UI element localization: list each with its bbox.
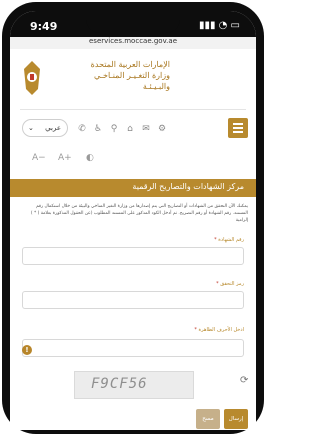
certificate-number-input[interactable] bbox=[22, 247, 244, 265]
toolbar: ⌄ عربي ✆ ♿ ⚲ ⌂ ✉ ⚙ bbox=[10, 115, 256, 141]
phone-notch bbox=[86, 11, 180, 33]
verification-code-input[interactable] bbox=[22, 291, 244, 309]
chevron-down-icon: ⌄ bbox=[28, 124, 34, 132]
language-label: عربي bbox=[45, 124, 61, 132]
header-divider bbox=[20, 109, 246, 110]
ministry-name[interactable]: الإمارات العربية المتحدة وزارة التغـيـر … bbox=[50, 59, 170, 92]
captcha-text: F9CF56 bbox=[91, 376, 148, 392]
ministry-line-3: والبـيـئـة bbox=[142, 82, 170, 91]
mail-icon[interactable]: ✉ bbox=[140, 123, 152, 135]
uae-emblem-icon bbox=[24, 61, 40, 95]
info-icon[interactable]: ! bbox=[22, 345, 32, 355]
captcha-image: F9CF56 bbox=[74, 371, 194, 399]
decrease-font-button[interactable]: A− bbox=[32, 153, 46, 163]
verification-code-label: رمز التحقق * bbox=[216, 281, 244, 287]
refresh-captcha-icon[interactable]: ⟳ bbox=[240, 375, 248, 386]
contrast-icon[interactable]: ◐ bbox=[86, 153, 94, 163]
verification-code-label-text: رمز التحقق bbox=[220, 281, 244, 287]
phone-frame: 9:49 ▮▮▮ ◔ ▭ eservices.moccae.gov.ae الإ… bbox=[2, 2, 264, 434]
status-time: 9:49 bbox=[30, 20, 58, 33]
site-header: الإمارات العربية المتحدة وزارة التغـيـر … bbox=[10, 51, 256, 111]
ministry-line-1: الإمارات العربية المتحدة bbox=[90, 60, 170, 69]
ministry-line-2: وزارة التغـيـر المنـاخـي bbox=[94, 71, 170, 80]
section-title: مركز الشهادات والتصاريح الرقمية bbox=[132, 182, 244, 191]
required-mark: * bbox=[194, 327, 197, 333]
clear-button[interactable]: مسح bbox=[196, 409, 220, 429]
language-select[interactable]: ⌄ عربي bbox=[22, 119, 68, 137]
increase-font-button[interactable]: A+ bbox=[58, 153, 72, 163]
section-banner: مركز الشهادات والتصاريح الرقمية bbox=[10, 179, 256, 197]
screen: 9:49 ▮▮▮ ◔ ▭ eservices.moccae.gov.ae الإ… bbox=[10, 11, 256, 430]
captcha-label-text: ادخل الأحرف الظاهرة bbox=[198, 327, 245, 333]
accessibility-icon[interactable]: ♿ bbox=[92, 123, 104, 135]
required-mark: * bbox=[216, 281, 219, 287]
settings-icon[interactable]: ⚙ bbox=[156, 123, 168, 135]
wheelchair-icon[interactable]: ⚲ bbox=[108, 123, 120, 135]
captcha-input[interactable] bbox=[22, 339, 244, 357]
certificate-number-label-text: رقم الشهادة bbox=[218, 237, 244, 243]
certificate-number-label: رقم الشهادة * bbox=[214, 237, 244, 243]
captcha-label: ادخل الأحرف الظاهرة * bbox=[194, 327, 244, 333]
address-bar[interactable]: eservices.moccae.gov.ae bbox=[10, 37, 256, 49]
submit-button[interactable]: إرسال bbox=[224, 409, 248, 429]
hamburger-menu-button[interactable] bbox=[228, 118, 248, 138]
home-icon[interactable]: ⌂ bbox=[124, 123, 136, 135]
signal-wifi-battery-icon: ▮▮▮ ◔ ▭ bbox=[198, 20, 240, 31]
font-size-controls: A− A+ ◐ bbox=[10, 151, 256, 169]
phone-icon[interactable]: ✆ bbox=[76, 123, 88, 135]
required-mark: * bbox=[214, 237, 217, 243]
intro-text: يمكنك الآن التحقق من الشهادات أو التصاري… bbox=[30, 204, 248, 223]
